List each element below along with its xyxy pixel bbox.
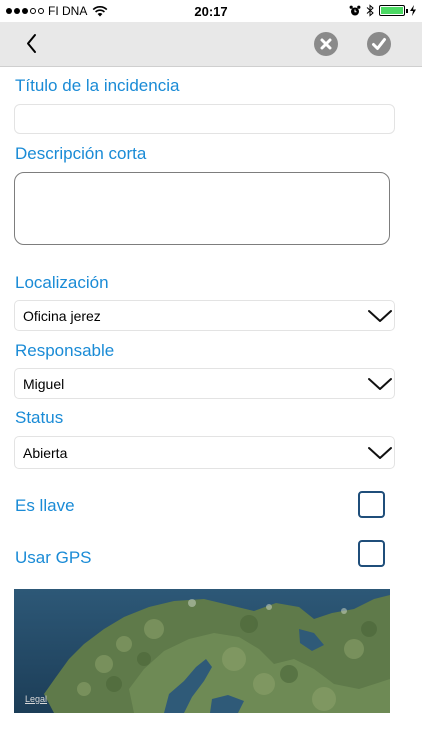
status-select[interactable]: Abierta	[14, 436, 395, 469]
title-label: Título de la incidencia	[15, 76, 180, 95]
checkmark-circle-icon	[372, 38, 386, 50]
description-textarea[interactable]	[14, 172, 390, 245]
status-label: Status	[15, 408, 64, 427]
satellite-map[interactable]: Legal	[14, 589, 390, 713]
key-checkbox[interactable]	[358, 491, 385, 518]
alarm-icon	[349, 5, 361, 15]
gps-label: Usar GPS	[15, 548, 92, 567]
confirm-button[interactable]	[367, 32, 391, 56]
location-label: Localización	[15, 273, 109, 292]
map-imagery	[14, 589, 390, 713]
status-bar-right	[349, 4, 416, 17]
location-select[interactable]: Oficina jerez	[14, 300, 395, 331]
battery-icon	[379, 5, 408, 16]
back-button[interactable]	[20, 30, 48, 58]
responsible-value: Miguel	[23, 376, 65, 392]
description-label: Descripción corta	[15, 144, 147, 163]
key-label: Es llave	[15, 496, 75, 515]
title-input[interactable]	[14, 104, 395, 134]
bluetooth-icon	[366, 4, 374, 17]
location-value: Oficina jerez	[23, 308, 101, 324]
chevron-down-icon	[368, 447, 392, 459]
responsible-label: Responsable	[15, 341, 115, 360]
responsible-select[interactable]: Miguel	[14, 368, 395, 399]
close-circle-icon	[320, 38, 332, 50]
chevron-left-icon	[27, 34, 36, 53]
chevron-down-icon	[368, 310, 392, 322]
status-value: Abierta	[23, 445, 68, 461]
map-legal-link[interactable]: Legal	[25, 694, 47, 704]
chevron-down-icon	[368, 378, 392, 390]
cancel-button[interactable]	[314, 32, 338, 56]
status-bar: FI DNA 20:17	[0, 0, 422, 22]
gps-checkbox[interactable]	[358, 540, 385, 567]
charging-icon	[410, 5, 416, 16]
navigation-bar	[0, 22, 422, 67]
